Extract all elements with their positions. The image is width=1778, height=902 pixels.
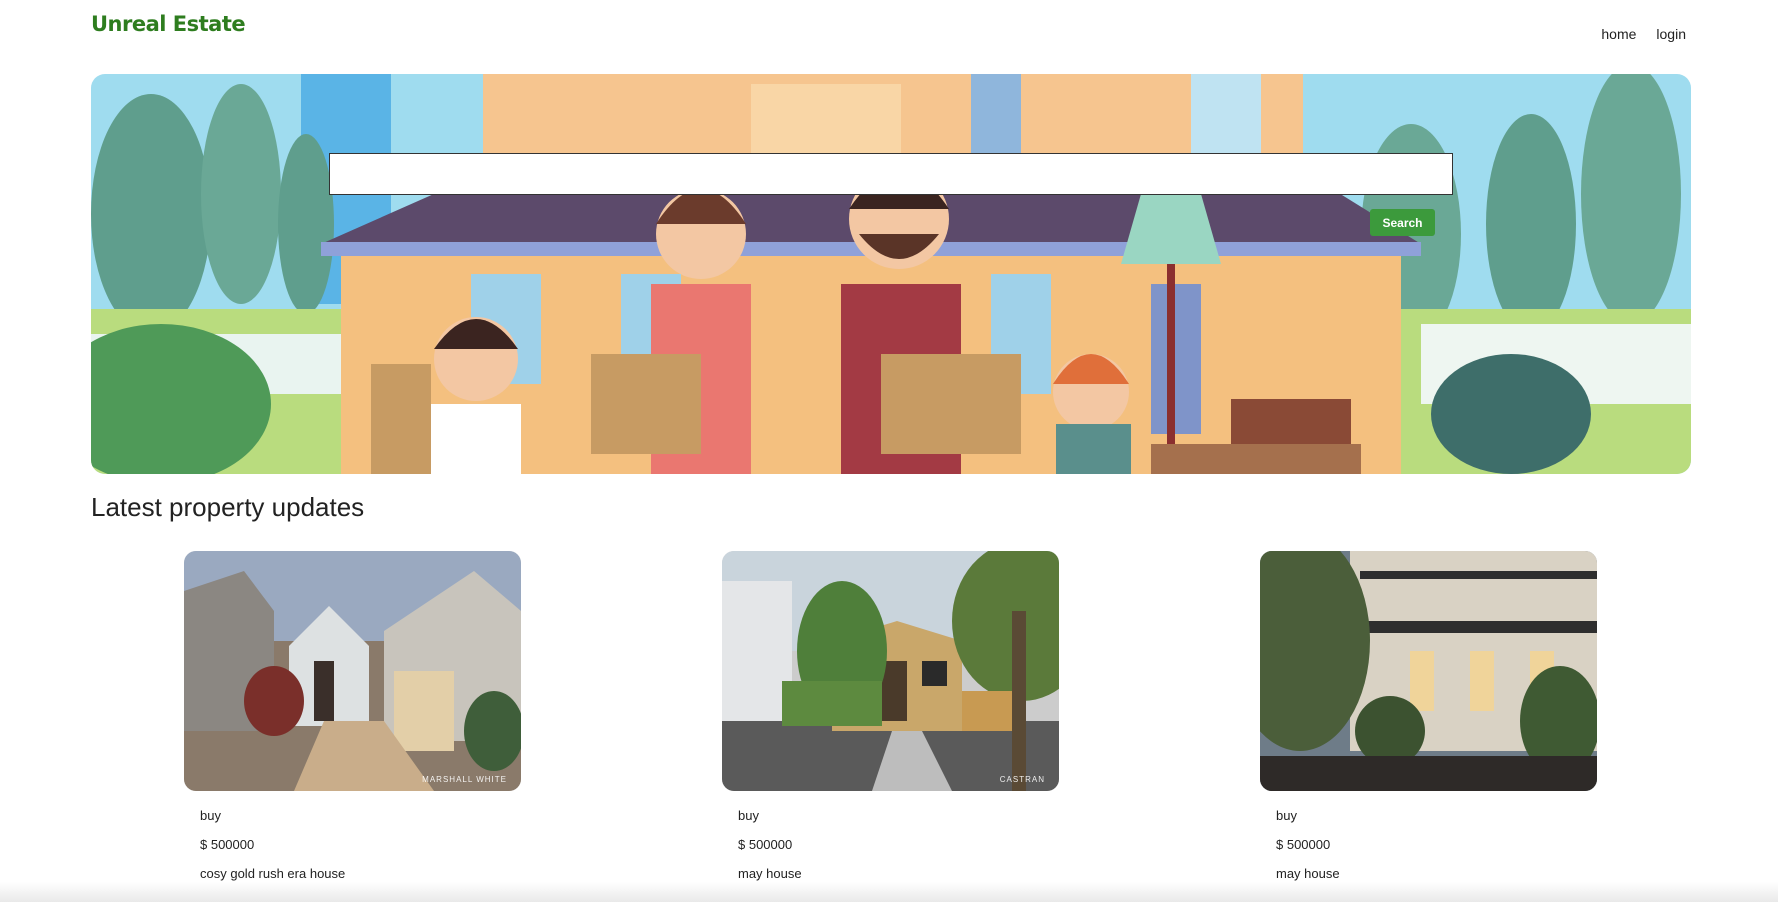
nav-link-home[interactable]: home	[1601, 26, 1636, 42]
search-button[interactable]: Search	[1370, 209, 1435, 236]
listing-price: $ 500000	[738, 837, 793, 852]
brand-logo[interactable]: Unreal Estate	[91, 12, 246, 36]
listing-card[interactable]: CASTRAN buy $ 500000 may house	[722, 551, 1059, 888]
nav-link-login[interactable]: login	[1656, 26, 1686, 42]
section-title: Latest property updates	[91, 492, 365, 522]
bottom-fade	[0, 882, 1778, 902]
listing-type: buy	[738, 808, 759, 823]
house-photo-3	[1260, 551, 1597, 791]
listing-image[interactable]	[1260, 551, 1597, 791]
house-photo-1	[184, 551, 521, 791]
listing-image[interactable]: CASTRAN	[722, 551, 1059, 791]
house-photo-2	[722, 551, 1059, 791]
listing-type: buy	[200, 808, 221, 823]
hero-banner: Search	[91, 74, 1691, 474]
listing-card[interactable]: MARSHALL WHITE buy $ 500000 cosy gold ru…	[184, 551, 521, 888]
listing-card[interactable]: buy $ 500000 may house	[1260, 551, 1597, 888]
listing-price: $ 500000	[1276, 837, 1331, 852]
listing-watermark: CASTRAN	[999, 775, 1045, 784]
listing-image[interactable]: MARSHALL WHITE	[184, 551, 521, 791]
listing-watermark: MARSHALL WHITE	[422, 775, 507, 784]
search-input[interactable]	[329, 153, 1453, 195]
listing-price: $ 500000	[200, 837, 255, 852]
hero-illustration	[91, 74, 1691, 474]
top-nav: home login	[1601, 26, 1686, 42]
listing-type: buy	[1276, 808, 1297, 823]
